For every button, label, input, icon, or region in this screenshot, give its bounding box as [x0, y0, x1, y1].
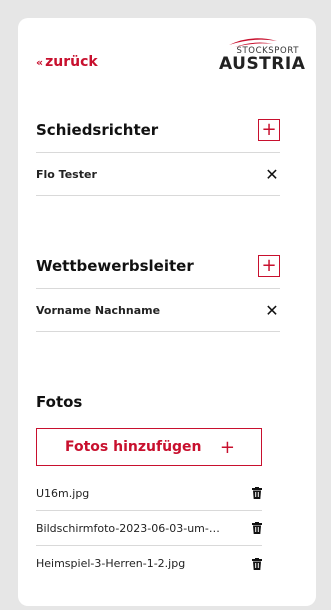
fotos-title: Fotos: [36, 393, 83, 411]
fotos-section: Fotos Fotos hinzufügen + U16m.jpg Bildsc…: [36, 382, 280, 581]
file-name: Bildschirmfoto-2023-06-03-um-1...: [36, 521, 226, 535]
file-row: Heimspiel-3-Herren-1-2.jpg: [36, 546, 262, 581]
top-bar: « zurück STOCKSPORT AUSTRIA: [36, 34, 331, 90]
trash-icon[interactable]: [252, 487, 262, 499]
fotos-header: Fotos: [36, 382, 280, 422]
logo-text-large: AUSTRIA: [219, 54, 306, 74]
add-photos-label: Fotos hinzufügen: [65, 439, 202, 455]
add-schiedsrichter-button[interactable]: +: [258, 119, 280, 141]
file-row: Bildschirmfoto-2023-06-03-um-1...: [36, 511, 262, 546]
close-icon[interactable]: ✕: [264, 301, 280, 320]
back-link[interactable]: « zurück: [36, 54, 98, 70]
file-name: Heimspiel-3-Herren-1-2.jpg: [36, 557, 186, 570]
file-list: U16m.jpg Bildschirmfoto-2023-06-03-um-1.…: [36, 476, 280, 581]
back-label: zurück: [45, 54, 98, 70]
double-chevron-left-icon: «: [36, 55, 43, 69]
file-name: U16m.jpg: [36, 486, 90, 500]
list-item: Flo Tester ✕: [36, 153, 280, 196]
plus-icon: +: [219, 436, 235, 458]
add-wettbewerbsleiter-button[interactable]: +: [258, 255, 280, 277]
trash-icon[interactable]: [252, 557, 262, 570]
wettbewerbsleiter-title: Wettbewerbsleiter: [36, 257, 194, 275]
schiedsrichter-section: Schiedsrichter + Flo Tester ✕: [36, 108, 280, 196]
wettbewerbsleiter-name: Vorname Nachname: [36, 303, 161, 317]
wettbewerbsleiter-header: Wettbewerbsleiter +: [36, 244, 280, 288]
list-item: Vorname Nachname ✕: [36, 289, 280, 332]
trash-icon[interactable]: [252, 522, 262, 534]
add-photos-button[interactable]: Fotos hinzufügen +: [36, 428, 262, 466]
schiedsrichter-name: Flo Tester: [36, 167, 97, 181]
schiedsrichter-title: Schiedsrichter: [36, 121, 159, 139]
wettbewerbsleiter-section: Wettbewerbsleiter + Vorname Nachname ✕: [36, 244, 280, 332]
schiedsrichter-header: Schiedsrichter +: [36, 108, 280, 152]
close-icon[interactable]: ✕: [264, 165, 280, 184]
stocksport-austria-logo: STOCKSPORT AUSTRIA: [219, 34, 306, 90]
file-row: U16m.jpg: [36, 476, 262, 511]
